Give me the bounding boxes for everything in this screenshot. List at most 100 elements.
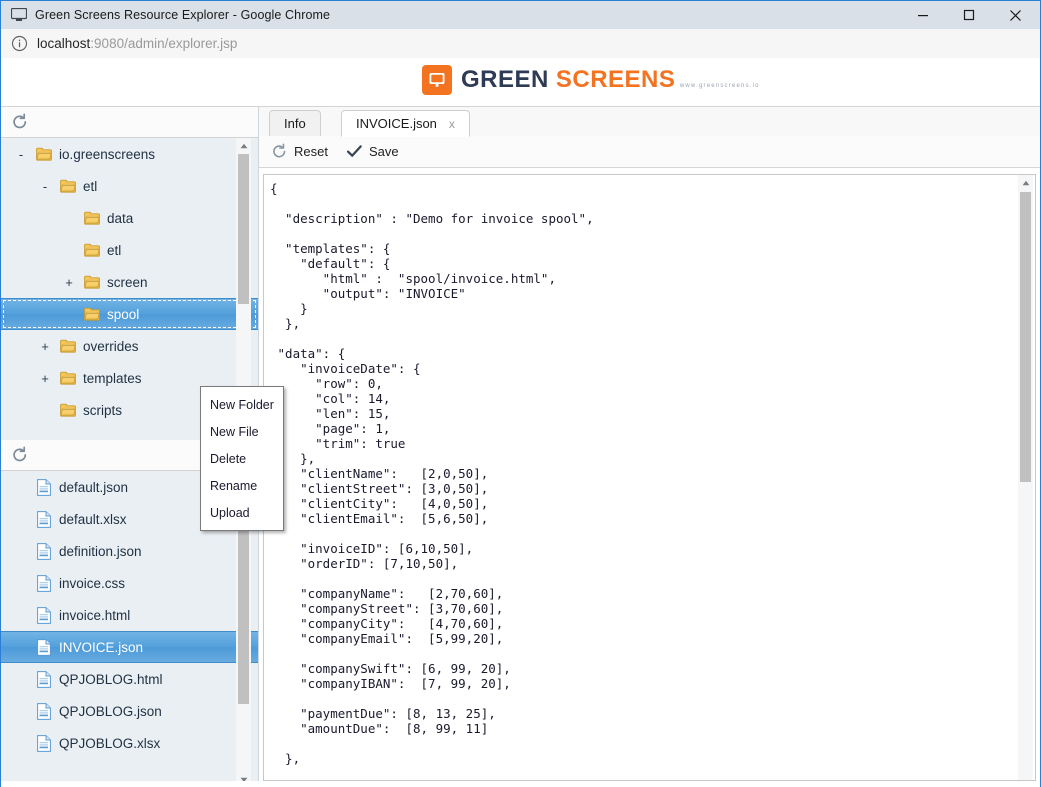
brand-website: www.greenscreens.io [679,83,760,89]
url-path: :9080/admin/explorer.jsp [90,36,238,51]
file-list-item[interactable]: QPJOBLOG.xlsx [1,727,258,759]
app-header: GREEN SCREENS www.greenscreens.io [1,58,1040,107]
file-list-item-label: invoice.html [59,607,131,623]
folder-icon [84,307,100,321]
context-menu-item-new-folder[interactable]: New Folder [201,391,283,418]
tree-item-etl[interactable]: - etl [1,170,258,202]
tree-item-io-greenscreens[interactable]: - io.greenscreens [1,138,258,170]
tree-item-label: spool [107,306,140,322]
file-icon [37,734,51,752]
tree-item-etl[interactable]: etl [1,234,258,266]
chrome-browser-window: Green Screens Resource Explorer - Google… [0,0,1041,787]
tree-toolbar [1,107,258,138]
brand-logo: GREEN SCREENS www.greenscreens.io [422,65,760,95]
folder-icon [36,147,52,161]
folder-icon [60,403,76,417]
editor-tabstrip: Info INVOICE.json x [259,107,1040,137]
tree-item-label: overrides [83,338,139,354]
tab-invoice-json[interactable]: INVOICE.json x [341,110,470,137]
file-list-item[interactable]: definition.json [1,535,258,567]
editor-toolbar: Reset Save [259,136,1040,168]
folder-icon [60,339,76,353]
file-icon [37,542,51,560]
file-list-item-label: invoice.css [59,575,126,591]
tree-item-label: templates [83,370,142,386]
expand-toggle-icon[interactable]: + [39,340,51,353]
title-bar: Green Screens Resource Explorer - Google… [1,1,1040,30]
save-button[interactable]: Save [346,143,399,160]
tab-invoice-json-label: INVOICE.json [356,116,437,131]
editor-scroll-thumb[interactable] [1020,192,1031,482]
tree-item-label: etl [83,178,98,194]
reset-button[interactable]: Reset [271,143,328,160]
folder-icon [60,179,76,193]
file-list-item-label: QPJOBLOG.json [59,703,162,719]
url-host: localhost [37,36,91,51]
window-app-icon [10,7,28,22]
tree-item-label: screen [107,274,148,290]
collapse-toggle-icon[interactable]: - [39,180,51,193]
file-list-item-label: definition.json [59,543,142,559]
file-list-item-label: default.xlsx [59,511,127,527]
folder-icon [84,211,100,225]
save-button-label: Save [368,144,399,159]
brand-word-green: GREEN [461,66,549,93]
file-list-item-label: default.json [59,479,129,495]
file-list-item[interactable]: invoice.css [1,567,258,599]
file-list-item[interactable]: QPJOBLOG.html [1,663,258,695]
tree-item-label: etl [107,242,122,258]
close-button[interactable] [992,1,1038,29]
tree-item-label: scripts [83,402,123,418]
editor-scrollbar[interactable] [1018,175,1033,780]
file-list-item-label: QPJOBLOG.html [59,671,163,687]
code-editor[interactable]: { "description" : "Demo for invoice spoo… [263,174,1036,781]
tree-item-label: io.greenscreens [59,146,156,162]
expand-toggle-icon[interactable]: + [63,276,75,289]
tree-refresh-icon[interactable] [11,113,29,131]
minimize-button[interactable] [900,1,946,29]
file-icon [37,574,51,592]
file-icon [37,702,51,720]
file-list-item[interactable]: QPJOBLOG.json [1,695,258,727]
tab-close-icon[interactable]: x [449,118,455,130]
editor-scroll-up-arrow[interactable] [1018,175,1033,190]
file-list-item-label: INVOICE.json [59,639,144,655]
context-menu-item-new-file[interactable]: New File [201,418,283,445]
collapse-toggle-icon[interactable]: - [15,148,27,161]
file-list-item[interactable]: INVOICE.json [1,631,258,663]
context-menu-item-upload[interactable]: Upload [201,499,283,526]
file-icon [37,606,51,624]
tree-item-data[interactable]: data [1,202,258,234]
folder-icon [60,371,76,385]
window-title: Green Screens Resource Explorer - Google… [35,8,331,22]
file-list-item[interactable]: invoice.html [1,599,258,631]
tree-item-screen[interactable]: + screen [1,266,258,298]
browser-address-bar[interactable]: localhost:9080/admin/explorer.jsp [1,29,1040,59]
tab-info-label: Info [284,116,306,131]
brand-text: GREEN SCREENS www.greenscreens.io [461,68,760,92]
tab-info[interactable]: Info [269,110,321,137]
tree-scroll-thumb[interactable] [238,154,249,304]
tree-scroll-up-arrow[interactable] [236,138,251,153]
file-list-item-label: QPJOBLOG.xlsx [59,735,161,751]
tree-item-overrides[interactable]: + overrides [1,330,258,362]
code-editor-content[interactable]: { "description" : "Demo for invoice spoo… [264,175,1016,780]
editor-area: Info INVOICE.json x Reset Save {"descri… [259,107,1040,787]
page-content: GREEN SCREENS www.greenscreens.io - io.gr [1,58,1040,787]
refresh-icon [271,143,288,160]
tree-item-spool[interactable]: spool [1,298,258,330]
context-menu[interactable]: New Folder New File Delete Rename Upload [200,386,284,531]
context-menu-item-rename[interactable]: Rename [201,472,283,499]
file-list-refresh-icon[interactable] [11,446,29,464]
brand-word-screens: SCREENS [555,66,676,93]
check-icon [346,143,363,160]
file-icon [37,510,51,528]
brand-wordmark: GREEN SCREENS [461,66,675,93]
context-menu-item-delete[interactable]: Delete [201,445,283,472]
info-circle-icon[interactable] [11,35,28,52]
file-icon [37,638,51,656]
folder-icon [84,243,100,257]
expand-toggle-icon[interactable]: + [39,372,51,385]
maximize-button[interactable] [946,1,992,29]
file-icon [37,670,51,688]
